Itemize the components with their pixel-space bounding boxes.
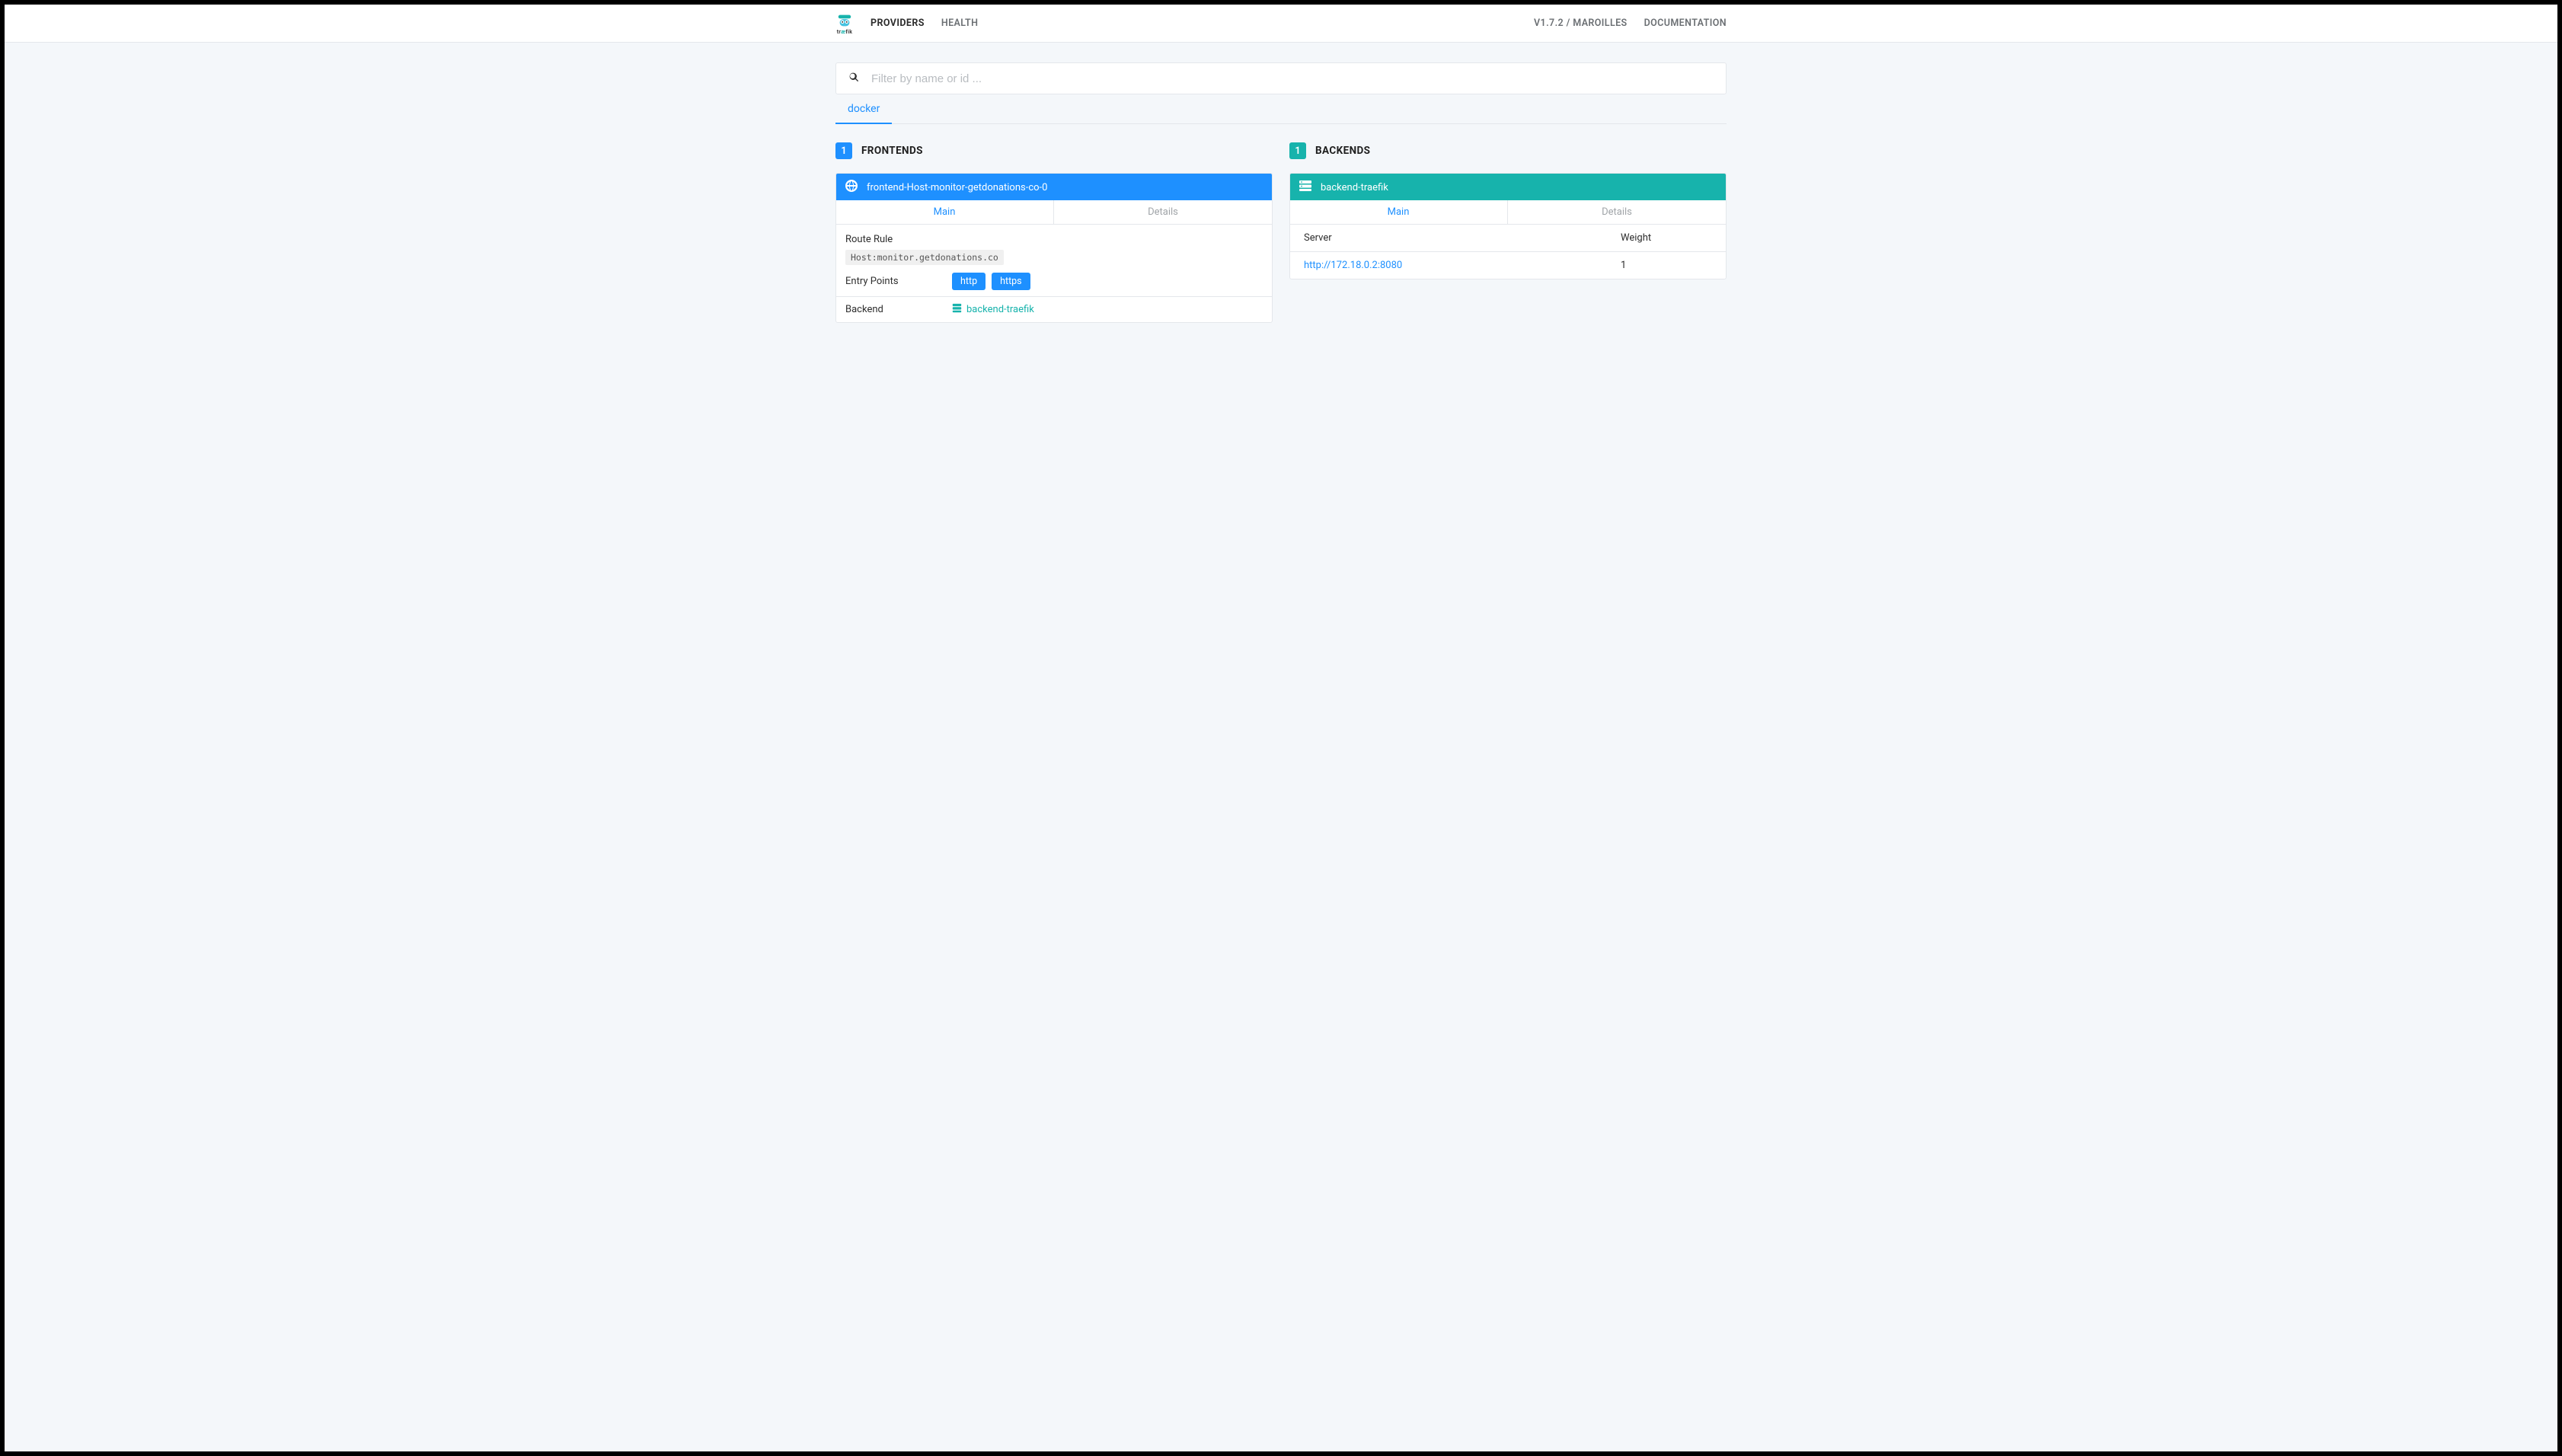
frontend-tab-details[interactable]: Details [1053,200,1272,225]
server-icon [1299,180,1311,195]
entry-points-list: http https [952,273,1030,290]
filter-input[interactable] [870,72,1714,86]
th-server: Server [1304,232,1621,244]
backend-card: backend-traefik Main Details Server Weig… [1289,173,1727,279]
nav-providers[interactable]: PROVIDERS [871,18,925,29]
filter-bar [835,62,1727,94]
backends-count-badge: 1 [1289,142,1306,159]
entry-point-pill: http [952,273,986,290]
version-label[interactable]: V1.7.2 / MAROILLES [1534,18,1628,29]
backend-table-head: Server Weight [1290,225,1726,251]
route-rule-value: Host:monitor.getdonations.co [845,250,1004,265]
route-rule-label: Route Rule [845,234,1263,245]
backend-tab-main[interactable]: Main [1289,200,1508,225]
frontend-card-title: frontend-Host-monitor-getdonations-co-0 [867,182,1047,193]
backend-link-text: backend-traefik [966,304,1034,315]
search-icon [848,72,859,85]
backends-column: 1 BACKENDS [1289,142,1727,323]
frontends-title: FRONTENDS [861,145,923,157]
frontend-card-tabs: Main Details [836,201,1272,225]
nav-documentation[interactable]: DOCUMENTATION [1644,18,1727,29]
provider-tabs: docker [835,94,1727,124]
gopher-icon [836,12,853,29]
backend-card-header: backend-traefik [1290,174,1726,201]
backend-table-row: http://172.18.0.2:8080 1 [1290,251,1726,279]
backend-card-tabs: Main Details [1290,201,1726,225]
traefik-logo[interactable]: træfik [835,12,854,35]
nav-health[interactable]: HEALTH [941,18,978,29]
server-weight: 1 [1621,260,1712,271]
logo-text: træfik [837,29,853,35]
frontend-tab-main[interactable]: Main [835,200,1054,225]
top-nav: træfik PROVIDERS HEALTH V1.7.2 / MAROILL… [5,5,2557,43]
globe-icon [845,180,858,195]
frontends-column: 1 FRONTENDS frontend-Host-monitor-getdon… [835,142,1273,323]
backend-card-title: backend-traefik [1321,182,1388,193]
th-weight: Weight [1621,232,1712,244]
backend-link[interactable]: backend-traefik [952,303,1034,316]
entry-points-label: Entry Points [845,276,947,287]
backend-label: Backend [845,304,947,315]
frontend-card: frontend-Host-monitor-getdonations-co-0 … [835,173,1273,323]
frontends-count-badge: 1 [835,142,852,159]
server-url-link[interactable]: http://172.18.0.2:8080 [1304,260,1402,271]
frontend-card-header: frontend-Host-monitor-getdonations-co-0 [836,174,1272,201]
server-icon [952,303,962,316]
backends-title: BACKENDS [1315,145,1370,157]
backend-tab-details[interactable]: Details [1507,200,1726,225]
entry-point-pill: https [992,273,1030,290]
tab-docker[interactable]: docker [835,94,892,124]
